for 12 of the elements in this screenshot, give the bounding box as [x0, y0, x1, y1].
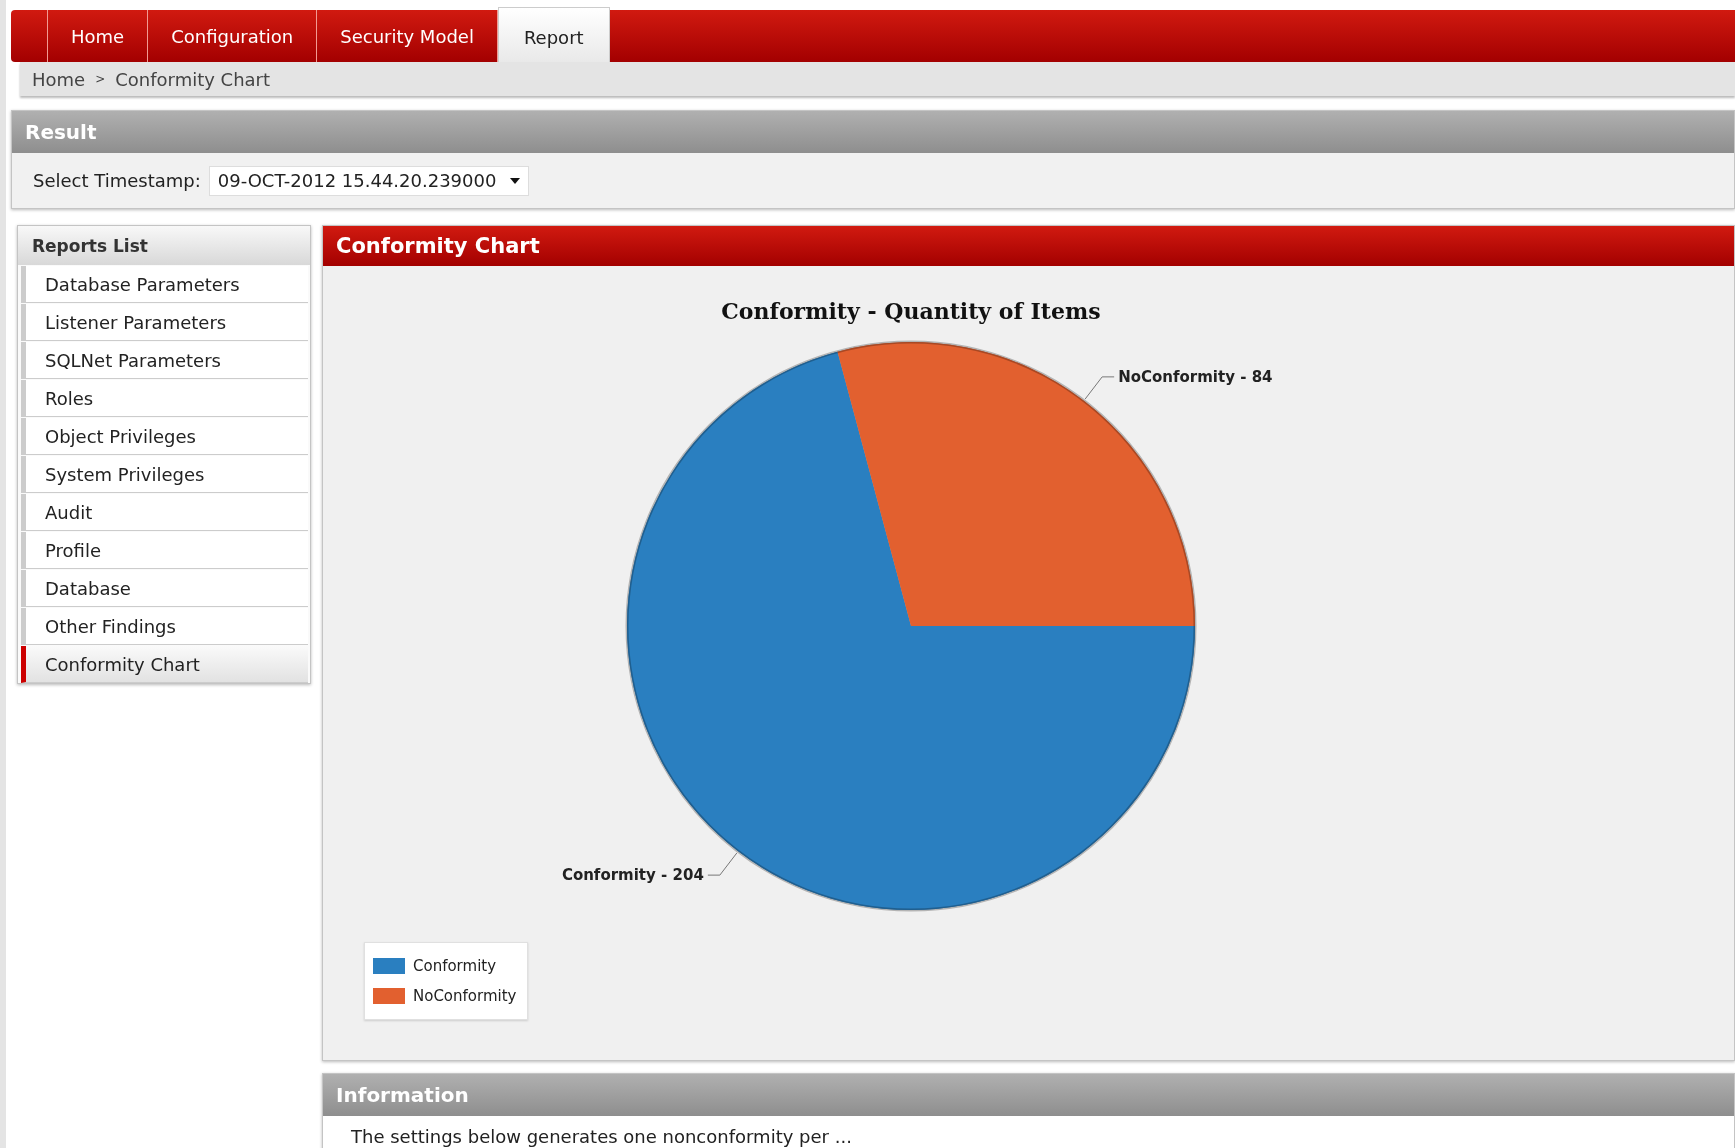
timestamp-label: Select Timestamp:	[33, 170, 201, 191]
information-text: The settings below generates one nonconformity per ...	[351, 1126, 852, 1147]
panel-title: Result	[12, 111, 1734, 153]
panel-title: Conformity Chart	[323, 226, 1734, 266]
data-label: Conformity - 204	[561, 866, 704, 885]
data-label: NoConformity - 84	[1118, 367, 1273, 386]
list-title: Reports List	[18, 226, 310, 265]
legend-label: Conformity	[413, 957, 497, 975]
chart-title: Conformity - Quantity of Items	[721, 298, 1101, 324]
breadcrumb-separator: >	[95, 72, 106, 86]
legend-label: NoConformity	[413, 987, 517, 1005]
panel-title: Information	[323, 1074, 1734, 1116]
